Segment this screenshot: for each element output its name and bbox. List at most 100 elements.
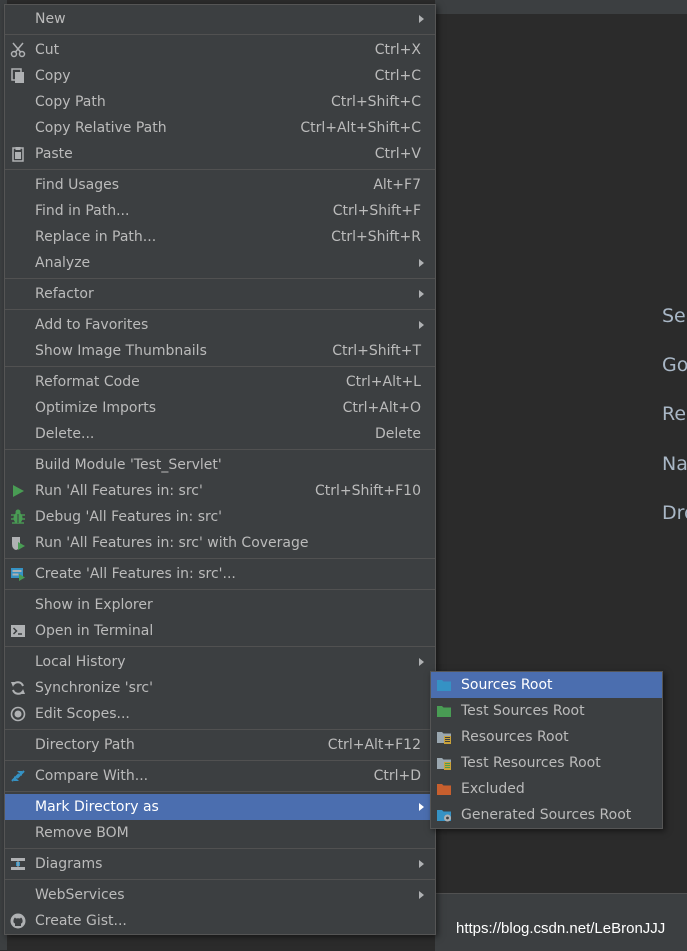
menu-item-find-in-path[interactable]: Find in Path... Ctrl+Shift+F xyxy=(5,198,435,224)
menu-item-paste[interactable]: Paste Ctrl+V xyxy=(5,141,435,167)
shortcut-text: Ctrl+Shift+R xyxy=(331,229,421,245)
menu-item-create-gist[interactable]: Create Gist... xyxy=(5,908,435,934)
shortcut-text: Ctrl+V xyxy=(374,146,421,162)
submenu-item-label: Resources Root xyxy=(461,729,569,745)
submenu-item-resources-root[interactable]: Resources Root xyxy=(431,724,662,750)
submenu-arrow-icon xyxy=(419,259,424,267)
menu-item-local-history[interactable]: Local History xyxy=(5,649,435,675)
menu-item-label: Create 'All Features in: src'... xyxy=(35,566,236,582)
submenu-arrow-icon xyxy=(419,290,424,298)
menu-separator xyxy=(5,169,435,170)
submenu-item-test-resources-root[interactable]: Test Resources Root xyxy=(431,750,662,776)
submenu-item-sources-root[interactable]: Sources Root xyxy=(431,672,662,698)
submenu-arrow-icon xyxy=(419,321,424,329)
submenu-arrow-icon xyxy=(419,658,424,666)
menu-item-find-usages[interactable]: Find Usages Alt+F7 xyxy=(5,172,435,198)
menu-item-label: Reformat Code xyxy=(35,374,140,390)
menu-item-webservices[interactable]: WebServices xyxy=(5,882,435,908)
hint-recent: Re xyxy=(662,403,687,426)
submenu-item-generated-sources-root[interactable]: Generated Sources Root xyxy=(431,802,662,828)
menu-item-label: New xyxy=(35,11,66,27)
menu-item-refactor[interactable]: Refactor xyxy=(5,281,435,307)
hint-drop: Dro xyxy=(662,501,687,524)
menu-item-add-to-favorites[interactable]: Add to Favorites xyxy=(5,312,435,338)
menu-separator xyxy=(5,589,435,590)
menu-item-label: Debug 'All Features in: src' xyxy=(35,509,223,525)
menu-item-label: Optimize Imports xyxy=(35,400,156,416)
menu-item-synchronize[interactable]: Synchronize 'src' xyxy=(5,675,435,701)
shortcut-text: Delete xyxy=(375,426,421,442)
shortcut-text: Ctrl+C xyxy=(374,68,421,84)
menu-item-build-module[interactable]: Build Module 'Test_Servlet' xyxy=(5,452,435,478)
folder-generated-icon xyxy=(437,810,451,822)
menu-item-open-in-terminal[interactable]: Open in Terminal xyxy=(5,618,435,644)
submenu-item-test-sources-root[interactable]: Test Sources Root xyxy=(431,698,662,724)
menu-item-reformat-code[interactable]: Reformat Code Ctrl+Alt+L xyxy=(5,369,435,395)
menu-item-label: Copy Relative Path xyxy=(35,120,167,136)
shortcut-text: Ctrl+Alt+L xyxy=(345,374,421,390)
menu-item-remove-bom[interactable]: Remove BOM xyxy=(5,820,435,846)
menu-item-edit-scopes[interactable]: Edit Scopes... xyxy=(5,701,435,727)
menu-item-compare-with[interactable]: Compare With... Ctrl+D xyxy=(5,763,435,789)
menu-item-delete[interactable]: Delete... Delete xyxy=(5,421,435,447)
menu-separator xyxy=(5,449,435,450)
menu-item-label: Show in Explorer xyxy=(35,597,153,613)
menu-item-copy-path[interactable]: Copy Path Ctrl+Shift+C xyxy=(5,89,435,115)
menu-item-label: Run 'All Features in: src' xyxy=(35,483,203,499)
shortcut-text: Ctrl+Shift+C xyxy=(331,94,421,110)
diagram-icon xyxy=(11,858,25,870)
menu-item-label: Run 'All Features in: src' with Coverage xyxy=(35,535,309,551)
watermark-text: https://blog.csdn.net/LeBronJJJ xyxy=(456,920,666,937)
menu-item-label: Delete... xyxy=(35,426,95,442)
coverage-icon xyxy=(12,537,25,550)
menu-item-copy[interactable]: Copy Ctrl+C xyxy=(5,63,435,89)
menu-item-analyze[interactable]: Analyze xyxy=(5,250,435,276)
menu-separator xyxy=(5,278,435,279)
compare-icon xyxy=(11,770,25,782)
menu-item-debug[interactable]: Debug 'All Features in: src' xyxy=(5,504,435,530)
menu-item-run[interactable]: Run 'All Features in: src' Ctrl+Shift+F1… xyxy=(5,478,435,504)
menu-item-directory-path[interactable]: Directory Path Ctrl+Alt+F12 xyxy=(5,732,435,758)
submenu-arrow-icon xyxy=(419,860,424,868)
menu-item-create-run-config[interactable]: Create 'All Features in: src'... xyxy=(5,561,435,587)
menu-separator xyxy=(5,848,435,849)
menu-item-label: Copy Path xyxy=(35,94,106,110)
bug-icon xyxy=(11,509,25,524)
menu-item-copy-relative-path[interactable]: Copy Relative Path Ctrl+Alt+Shift+C xyxy=(5,115,435,141)
menu-item-show-in-explorer[interactable]: Show in Explorer xyxy=(5,592,435,618)
menu-item-label: Analyze xyxy=(35,255,91,271)
menu-item-replace-in-path[interactable]: Replace in Path... Ctrl+Shift+R xyxy=(5,224,435,250)
menu-item-label: Compare With... xyxy=(35,768,149,784)
menu-separator xyxy=(5,558,435,559)
submenu-item-excluded[interactable]: Excluded xyxy=(431,776,662,802)
menu-item-show-image-thumbnails[interactable]: Show Image Thumbnails Ctrl+Shift+T xyxy=(5,338,435,364)
menu-separator xyxy=(5,646,435,647)
menu-item-mark-directory-as[interactable]: Mark Directory as xyxy=(5,794,435,820)
menu-item-new[interactable]: New xyxy=(5,6,435,32)
menu-item-run-with-coverage[interactable]: Run 'All Features in: src' with Coverage xyxy=(5,530,435,556)
clipboard-icon xyxy=(12,147,24,162)
shortcut-text: Ctrl+X xyxy=(374,42,421,58)
menu-item-label: Mark Directory as xyxy=(35,799,159,815)
menu-item-optimize-imports[interactable]: Optimize Imports Ctrl+Alt+O xyxy=(5,395,435,421)
shortcut-text: Alt+F7 xyxy=(373,177,421,193)
menu-item-label: Replace in Path... xyxy=(35,229,157,245)
scope-icon xyxy=(10,706,26,722)
hint-navigation: Na xyxy=(662,452,687,475)
menu-item-label: Diagrams xyxy=(35,856,103,872)
editor-tab-strip xyxy=(435,0,687,14)
menu-item-diagrams[interactable]: Diagrams xyxy=(5,851,435,877)
menu-item-label: Build Module 'Test_Servlet' xyxy=(35,457,222,473)
menu-item-label: Paste xyxy=(35,146,73,162)
menu-item-label: Find in Path... xyxy=(35,203,130,219)
menu-separator xyxy=(5,791,435,792)
menu-item-label: Synchronize 'src' xyxy=(35,680,153,696)
folder-green-icon xyxy=(437,706,451,717)
editor-empty-hints: Sea Go Re Na Dro xyxy=(662,304,687,550)
submenu-item-label: Sources Root xyxy=(461,677,553,693)
menu-item-cut[interactable]: Cut Ctrl+X xyxy=(5,37,435,63)
menu-item-label: Local History xyxy=(35,654,126,670)
submenu-arrow-icon xyxy=(419,891,424,899)
menu-item-label: Copy xyxy=(35,68,71,84)
menu-item-label: Edit Scopes... xyxy=(35,706,130,722)
